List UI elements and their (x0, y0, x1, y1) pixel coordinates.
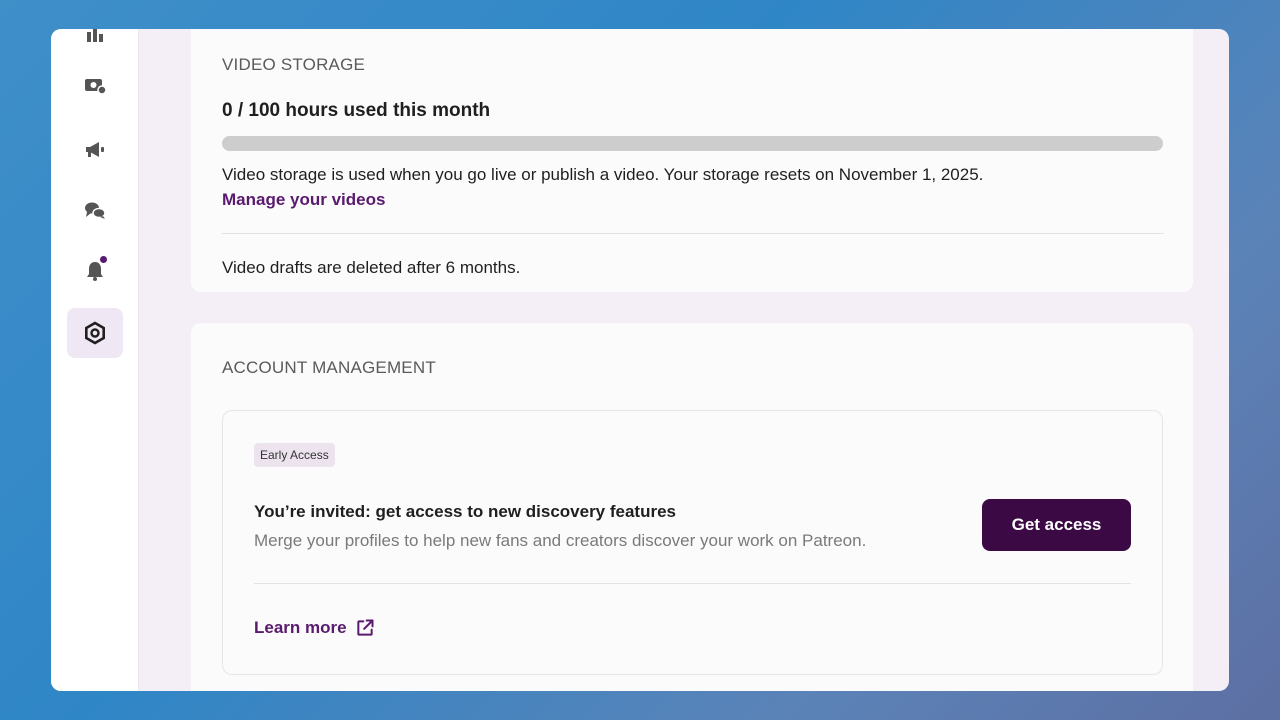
discovery-invite-panel: Early Access You’re invited: get access … (222, 410, 1163, 675)
manage-videos-link[interactable]: Manage your videos (222, 190, 385, 210)
sidebar-item-promotions[interactable] (67, 124, 123, 174)
main-content: VIDEO STORAGE 0 / 100 hours used this mo… (140, 29, 1229, 691)
early-access-badge: Early Access (254, 443, 335, 467)
get-access-button[interactable]: Get access (982, 499, 1131, 551)
learn-more-label: Learn more (254, 618, 347, 637)
account-management-title: ACCOUNT MANAGEMENT (222, 358, 436, 377)
sidebar-item-notifications[interactable] (67, 246, 123, 296)
invite-subtitle: Merge your profiles to help new fans and… (254, 531, 867, 550)
learn-more-link[interactable]: Learn more (254, 618, 375, 638)
payouts-icon (85, 79, 107, 95)
chat-icon (85, 202, 106, 219)
sidebar-item-dashboard[interactable] (67, 29, 123, 59)
promotions-megaphone-icon (86, 142, 104, 157)
storage-description: Video storage is used when you go live o… (222, 165, 984, 184)
drafts-note: Video drafts are deleted after 6 months. (222, 258, 521, 277)
external-link-icon (356, 619, 374, 636)
sidebar-item-payouts[interactable] (67, 60, 123, 110)
dashboard-icon (87, 29, 103, 42)
storage-usage-text: 0 / 100 hours used this month (222, 100, 491, 121)
sidebar (51, 29, 139, 691)
invite-divider (254, 583, 1131, 584)
video-storage-card: VIDEO STORAGE 0 / 100 hours used this mo… (191, 29, 1193, 292)
video-storage-title: VIDEO STORAGE (222, 55, 366, 74)
invite-title: You’re invited: get access to new discov… (254, 502, 677, 521)
sidebar-item-settings[interactable] (67, 308, 123, 358)
sidebar-item-chat[interactable] (67, 185, 123, 235)
app-window: VIDEO STORAGE 0 / 100 hours used this mo… (51, 29, 1229, 691)
settings-gear-icon (84, 321, 106, 345)
notification-dot (100, 256, 107, 263)
storage-progress-bar (222, 136, 1163, 151)
storage-divider (222, 233, 1164, 234)
account-management-card: ACCOUNT MANAGEMENT Early Access You’re i… (191, 323, 1193, 691)
